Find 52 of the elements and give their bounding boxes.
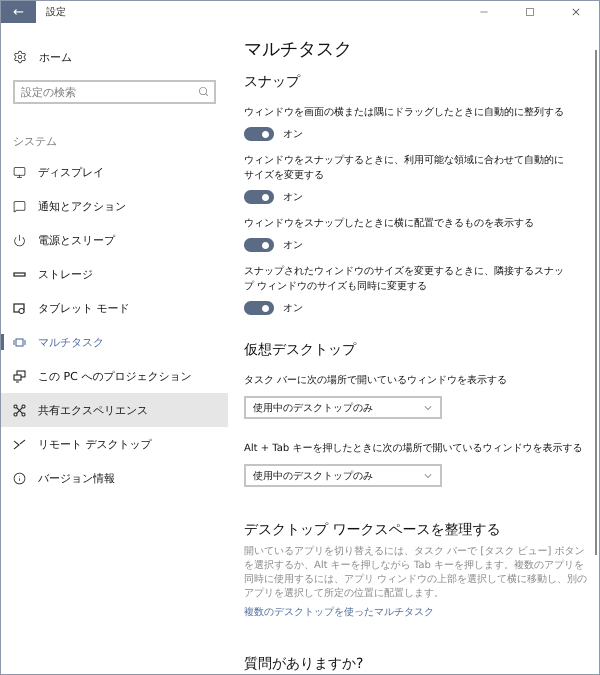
search-field[interactable]: 設定の検索 [13, 80, 216, 104]
toggle-state: オン [283, 191, 303, 204]
setting-label: ウィンドウを画面の横または隅にドラッグしたときに自動的に整列する [244, 106, 565, 120]
section-heading: デスクトップ ワークスペースを整理する [244, 521, 502, 539]
sidebar-item[interactable]: ストレージ [1, 257, 228, 291]
setting-label: スナップされたウィンドウのサイズを変更するときに、隣接するスナップ ウィンドウのサイズも同時に変更する [244, 264, 565, 294]
shared-icon [13, 404, 26, 416]
description-text: 開いているアプリを切り替えるには、タスク バーで [タスク ビュー] ボタンを選択するか、Alt キーを押しながら Tab キーを押します。複数のアプリを同時に使用するには、アプリ ウィンドウの上部を選択して横に移動し、別のアプリを選択して所定の位置に配置します。 [244, 545, 588, 601]
toggle-switch[interactable] [244, 301, 274, 315]
sidebar-item[interactable]: ディスプレイ [1, 155, 228, 189]
sidebar-item[interactable]: タブレット モード [1, 291, 228, 325]
toggle-state: オン [283, 128, 303, 141]
remote-icon [13, 438, 26, 450]
sidebar-item[interactable]: リモート デスクトップ [1, 427, 228, 461]
sidebar-item[interactable]: バージョン情報 [1, 461, 228, 495]
toggle-switch[interactable] [244, 127, 274, 141]
setting-label: ウィンドウをスナップしたときに横に配置できるものを表示する [244, 216, 535, 231]
settings-icon [13, 50, 27, 64]
info-icon [13, 472, 26, 484]
search-icon [198, 86, 209, 97]
group-heading: システム [13, 134, 58, 149]
dropdown[interactable]: 使用中のデスクトップのみ [244, 464, 442, 487]
help-link[interactable]: 複数のデスクトップを使ったマルチタスク [244, 605, 434, 619]
projection-icon [13, 370, 26, 382]
dropdown[interactable]: 使用中のデスクトップのみ [244, 396, 442, 419]
setting-label: タスク バーに次の場所で開いているウィンドウを表示する [244, 374, 508, 388]
home-link[interactable]: ホーム [39, 50, 72, 64]
close-icon [570, 6, 582, 18]
tablet-icon [13, 302, 26, 314]
multitask-icon [13, 336, 26, 348]
sidebar-item[interactable]: この PC へのプロジェクション [1, 359, 228, 393]
sidebar-item[interactable]: 共有エクスペリエンス [1, 393, 228, 427]
section-heading: 仮想デスクトップ [244, 341, 358, 359]
page-title: マルチタスク [244, 38, 353, 61]
toggle-switch[interactable] [244, 238, 274, 252]
message-icon [13, 200, 26, 212]
setting-label: Alt + Tab キーを押したときに次の場所で開いているウィンドウを表示する [244, 442, 584, 456]
monitor-icon [13, 166, 26, 178]
back-button[interactable]: ← [1, 1, 36, 23]
power-icon [13, 234, 26, 246]
section-heading: 質問がありますか? [244, 655, 364, 673]
toggle-state: オン [283, 302, 303, 315]
scrollbar[interactable] [595, 50, 597, 555]
toggle-state: オン [283, 239, 303, 252]
sidebar-item[interactable]: 通知とアクション [1, 189, 228, 223]
section-heading: スナップ [244, 73, 302, 91]
maximize-icon [525, 7, 535, 17]
window-title: 設定 [46, 6, 67, 19]
sidebar-item[interactable]: 電源とスリープ [1, 223, 228, 257]
sidebar-item[interactable]: マルチタスク [1, 325, 228, 359]
setting-label: ウィンドウをスナップするときに、利用可能な領域に合わせて自動的にサイズを変更する [244, 154, 565, 183]
toggle-switch[interactable] [244, 190, 274, 204]
